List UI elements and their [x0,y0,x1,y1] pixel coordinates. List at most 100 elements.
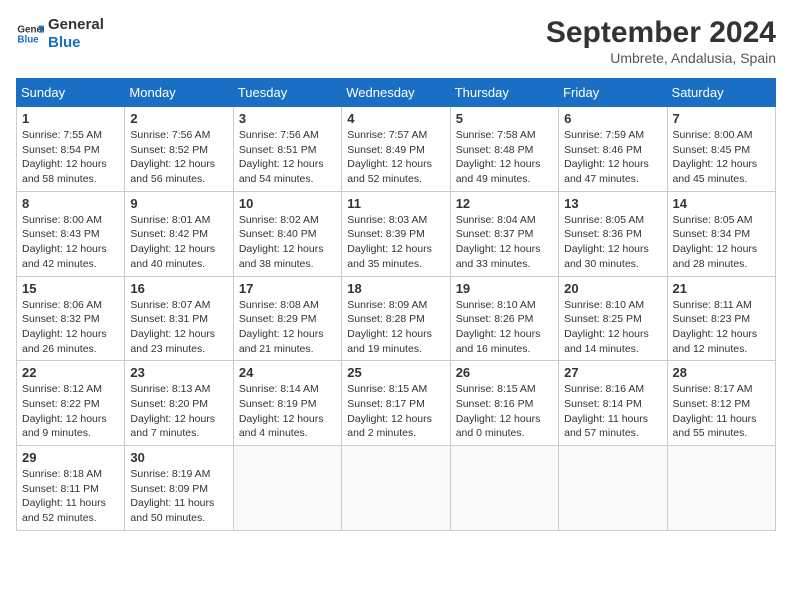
day-number: 30 [130,450,227,465]
day-number: 1 [22,111,119,126]
day-number: 17 [239,281,336,296]
calendar-row: 22 Sunrise: 8:12 AM Sunset: 8:22 PM Dayl… [17,361,776,446]
day-info: Sunrise: 7:57 AM Sunset: 8:49 PM Dayligh… [347,129,432,185]
day-info: Sunrise: 8:16 AM Sunset: 8:14 PM Dayligh… [564,383,648,439]
day-info: Sunrise: 7:59 AM Sunset: 8:46 PM Dayligh… [564,129,649,185]
day-info: Sunrise: 7:56 AM Sunset: 8:51 PM Dayligh… [239,129,324,185]
calendar-cell: 10 Sunrise: 8:02 AM Sunset: 8:40 PM Dayl… [233,191,341,276]
calendar-cell: 2 Sunrise: 7:56 AM Sunset: 8:52 PM Dayli… [125,107,233,192]
weekday-header: Wednesday [342,79,450,107]
day-number: 13 [564,196,661,211]
calendar-cell: 1 Sunrise: 7:55 AM Sunset: 8:54 PM Dayli… [17,107,125,192]
calendar-cell: 5 Sunrise: 7:58 AM Sunset: 8:48 PM Dayli… [450,107,558,192]
weekday-header: Monday [125,79,233,107]
day-info: Sunrise: 8:03 AM Sunset: 8:39 PM Dayligh… [347,214,432,270]
calendar-cell: 29 Sunrise: 8:18 AM Sunset: 8:11 PM Dayl… [17,446,125,531]
day-info: Sunrise: 8:06 AM Sunset: 8:32 PM Dayligh… [22,299,107,355]
day-info: Sunrise: 8:05 AM Sunset: 8:34 PM Dayligh… [673,214,758,270]
day-number: 9 [130,196,227,211]
calendar-cell: 13 Sunrise: 8:05 AM Sunset: 8:36 PM Dayl… [559,191,667,276]
day-info: Sunrise: 8:08 AM Sunset: 8:29 PM Dayligh… [239,299,324,355]
location: Umbrete, Andalusia, Spain [546,50,776,66]
day-info: Sunrise: 8:00 AM Sunset: 8:43 PM Dayligh… [22,214,107,270]
calendar-cell [342,446,450,531]
logo-line1: General [48,16,104,34]
day-number: 16 [130,281,227,296]
calendar-cell: 26 Sunrise: 8:15 AM Sunset: 8:16 PM Dayl… [450,361,558,446]
calendar-cell [450,446,558,531]
day-info: Sunrise: 8:17 AM Sunset: 8:12 PM Dayligh… [673,383,757,439]
calendar-cell: 8 Sunrise: 8:00 AM Sunset: 8:43 PM Dayli… [17,191,125,276]
calendar-cell: 20 Sunrise: 8:10 AM Sunset: 8:25 PM Dayl… [559,276,667,361]
day-info: Sunrise: 8:07 AM Sunset: 8:31 PM Dayligh… [130,299,215,355]
day-number: 15 [22,281,119,296]
day-info: Sunrise: 8:18 AM Sunset: 8:11 PM Dayligh… [22,468,106,524]
calendar-cell: 24 Sunrise: 8:14 AM Sunset: 8:19 PM Dayl… [233,361,341,446]
calendar-cell: 22 Sunrise: 8:12 AM Sunset: 8:22 PM Dayl… [17,361,125,446]
day-number: 21 [673,281,770,296]
day-info: Sunrise: 8:11 AM Sunset: 8:23 PM Dayligh… [673,299,758,355]
day-number: 6 [564,111,661,126]
day-number: 28 [673,365,770,380]
day-info: Sunrise: 8:19 AM Sunset: 8:09 PM Dayligh… [130,468,214,524]
calendar-cell: 17 Sunrise: 8:08 AM Sunset: 8:29 PM Dayl… [233,276,341,361]
day-info: Sunrise: 7:58 AM Sunset: 8:48 PM Dayligh… [456,129,541,185]
calendar-cell: 6 Sunrise: 7:59 AM Sunset: 8:46 PM Dayli… [559,107,667,192]
day-info: Sunrise: 8:09 AM Sunset: 8:28 PM Dayligh… [347,299,432,355]
calendar-cell: 11 Sunrise: 8:03 AM Sunset: 8:39 PM Dayl… [342,191,450,276]
day-number: 14 [673,196,770,211]
calendar-cell [559,446,667,531]
logo-line2: Blue [48,34,104,52]
day-info: Sunrise: 8:01 AM Sunset: 8:42 PM Dayligh… [130,214,215,270]
calendar-cell: 12 Sunrise: 8:04 AM Sunset: 8:37 PM Dayl… [450,191,558,276]
day-info: Sunrise: 8:15 AM Sunset: 8:16 PM Dayligh… [456,383,541,439]
calendar-row: 1 Sunrise: 7:55 AM Sunset: 8:54 PM Dayli… [17,107,776,192]
calendar-cell: 3 Sunrise: 7:56 AM Sunset: 8:51 PM Dayli… [233,107,341,192]
calendar-cell: 19 Sunrise: 8:10 AM Sunset: 8:26 PM Dayl… [450,276,558,361]
day-info: Sunrise: 8:00 AM Sunset: 8:45 PM Dayligh… [673,129,758,185]
day-number: 27 [564,365,661,380]
day-number: 8 [22,196,119,211]
day-number: 11 [347,196,444,211]
day-info: Sunrise: 8:12 AM Sunset: 8:22 PM Dayligh… [22,383,107,439]
day-number: 2 [130,111,227,126]
day-info: Sunrise: 8:02 AM Sunset: 8:40 PM Dayligh… [239,214,324,270]
page-header: General Blue General Blue September 2024… [16,16,776,66]
day-number: 25 [347,365,444,380]
day-number: 22 [22,365,119,380]
calendar-row: 15 Sunrise: 8:06 AM Sunset: 8:32 PM Dayl… [17,276,776,361]
calendar-cell: 30 Sunrise: 8:19 AM Sunset: 8:09 PM Dayl… [125,446,233,531]
weekday-header: Friday [559,79,667,107]
day-info: Sunrise: 8:14 AM Sunset: 8:19 PM Dayligh… [239,383,324,439]
day-info: Sunrise: 8:13 AM Sunset: 8:20 PM Dayligh… [130,383,215,439]
day-info: Sunrise: 8:04 AM Sunset: 8:37 PM Dayligh… [456,214,541,270]
day-number: 7 [673,111,770,126]
logo: General Blue General Blue [16,16,104,52]
calendar-cell: 18 Sunrise: 8:09 AM Sunset: 8:28 PM Dayl… [342,276,450,361]
calendar-cell: 28 Sunrise: 8:17 AM Sunset: 8:12 PM Dayl… [667,361,775,446]
day-info: Sunrise: 8:10 AM Sunset: 8:25 PM Dayligh… [564,299,649,355]
day-info: Sunrise: 7:56 AM Sunset: 8:52 PM Dayligh… [130,129,215,185]
day-info: Sunrise: 8:05 AM Sunset: 8:36 PM Dayligh… [564,214,649,270]
logo-icon: General Blue [16,20,44,48]
day-number: 29 [22,450,119,465]
calendar-cell: 15 Sunrise: 8:06 AM Sunset: 8:32 PM Dayl… [17,276,125,361]
weekday-header: Thursday [450,79,558,107]
day-number: 19 [456,281,553,296]
day-number: 18 [347,281,444,296]
calendar-cell [667,446,775,531]
day-number: 26 [456,365,553,380]
calendar-cell: 25 Sunrise: 8:15 AM Sunset: 8:17 PM Dayl… [342,361,450,446]
day-number: 4 [347,111,444,126]
day-number: 5 [456,111,553,126]
calendar-cell [233,446,341,531]
svg-text:Blue: Blue [17,34,39,45]
calendar-row: 29 Sunrise: 8:18 AM Sunset: 8:11 PM Dayl… [17,446,776,531]
day-number: 10 [239,196,336,211]
calendar-cell: 14 Sunrise: 8:05 AM Sunset: 8:34 PM Dayl… [667,191,775,276]
weekday-header: Sunday [17,79,125,107]
day-number: 23 [130,365,227,380]
day-info: Sunrise: 8:15 AM Sunset: 8:17 PM Dayligh… [347,383,432,439]
day-info: Sunrise: 7:55 AM Sunset: 8:54 PM Dayligh… [22,129,107,185]
calendar-cell: 27 Sunrise: 8:16 AM Sunset: 8:14 PM Dayl… [559,361,667,446]
